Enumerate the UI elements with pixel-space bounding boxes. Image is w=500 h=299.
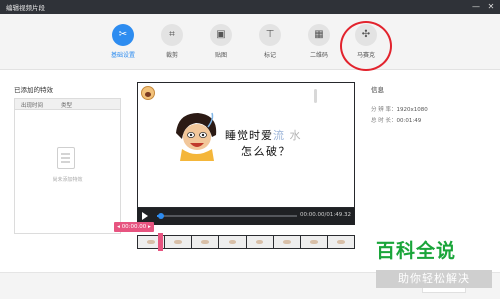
tab-sticker[interactable]: ▣ 贴图 — [201, 20, 241, 64]
tab-qrcode[interactable]: ▦ 二维码 — [299, 20, 339, 64]
watermark-subtitle: 助你轻松解决 — [376, 270, 492, 288]
pin-icon: ⊤ — [259, 24, 281, 46]
column-time: 出现时间 — [21, 103, 44, 109]
subtitle-line-2: 怎么破？ — [241, 145, 291, 158]
duration-label: 总 时 长： — [371, 118, 397, 124]
film-frame — [192, 236, 219, 248]
tab-marker[interactable]: ⊤ 标记 — [250, 20, 290, 64]
duration-value: 00:01:49 — [396, 118, 422, 124]
timecode: 00:00.00/01:49.32 — [299, 212, 351, 218]
crop-icon: ⌗ — [161, 24, 183, 46]
timeline-marker-time[interactable]: ◂ 00:00.00 ▸ — [114, 222, 154, 232]
watermark-title: 百科全说 — [376, 240, 457, 262]
title-bar: 编辑视频片段 — ✕ — [0, 0, 500, 14]
subtitle-blurred-text: 水 — [289, 129, 302, 142]
effects-table-header: 出现时间 类型 — [15, 99, 120, 110]
qrcode-icon: ▦ — [308, 24, 330, 46]
video-player: 睡觉时爱流 水 怎么破？ 00:00.00/01:49.32 — [137, 82, 355, 225]
highlight-circle — [340, 21, 392, 71]
tab-label: 标记 — [263, 52, 276, 59]
resolution-label: 分 辨 率： — [371, 107, 397, 113]
tab-label: 基础设置 — [110, 52, 135, 59]
column-type: 类型 — [61, 103, 73, 109]
tab-label: 裁剪 — [165, 52, 178, 59]
volume-slider[interactable] — [314, 89, 317, 103]
video-frame: 睡觉时爱流 水 怎么破？ — [138, 83, 354, 207]
image-icon: ▣ — [210, 24, 232, 46]
playback-controls: 00:00.00/01:49.32 — [137, 208, 355, 225]
tab-crop[interactable]: ⌗ 裁剪 — [152, 20, 192, 64]
film-frame — [300, 236, 327, 248]
subtitle-blurred-text: 流 — [273, 129, 285, 142]
scissors-icon: ✂ — [112, 24, 134, 46]
marker-time-text: 00:00.00 — [121, 224, 147, 230]
empty-document-icon — [57, 147, 75, 169]
seek-bar[interactable] — [157, 213, 297, 219]
effects-title: 已添加的特效 — [14, 86, 53, 94]
duration-row: 总 时 长：00:01:49 — [371, 116, 421, 124]
film-frame — [165, 236, 192, 248]
tab-label: 二维码 — [309, 52, 328, 59]
subtitle-line-1: 睡觉时爱流 水 — [225, 127, 302, 143]
site-watermark: 百科全说 助你轻松解决 — [366, 236, 500, 296]
resolution-row: 分 辨 率：1920x1080 — [371, 105, 428, 113]
minimize-button[interactable]: — — [470, 1, 482, 13]
empty-state-text: 尚未添加特效 — [52, 177, 83, 183]
play-icon[interactable] — [142, 212, 148, 220]
timeline-playhead[interactable] — [158, 233, 163, 251]
resolution-value: 1920x1080 — [396, 107, 428, 113]
channel-logo — [141, 86, 155, 100]
subtitle-text: 睡觉时爱 — [225, 129, 273, 142]
tab-basic-settings[interactable]: ✂ 基础设置 — [103, 20, 143, 64]
seek-handle[interactable] — [158, 213, 165, 219]
window-title: 编辑视频片段 — [6, 4, 45, 12]
close-button[interactable]: ✕ — [485, 1, 497, 13]
film-frame — [273, 236, 300, 248]
filmstrip[interactable] — [137, 235, 355, 249]
film-frame — [219, 236, 246, 248]
effects-table: 出现时间 类型 尚未添加特效 — [14, 98, 121, 234]
effects-toolbar: ✂ 基础设置 ⌗ 裁剪 ▣ 贴图 ⊤ 标记 ▦ 二维码 ✣ 马赛克 — [0, 14, 500, 71]
film-frame — [246, 236, 273, 248]
cartoon-character-image — [176, 112, 217, 161]
info-title: 信息 — [371, 86, 384, 94]
film-frame — [327, 236, 354, 248]
tab-label: 贴图 — [214, 52, 227, 59]
